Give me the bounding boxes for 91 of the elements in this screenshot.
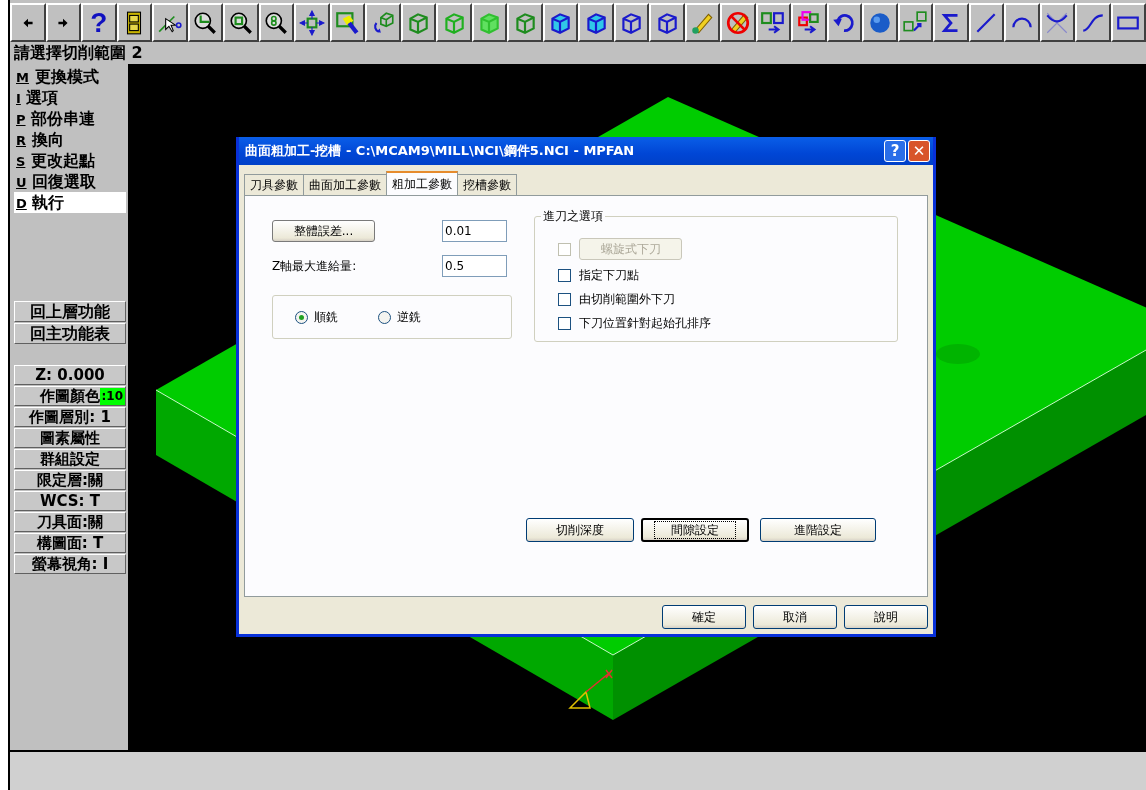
checkbox[interactable] bbox=[558, 316, 571, 330]
toolbar-button[interactable] bbox=[826, 3, 862, 42]
stacked-boxes-icon bbox=[795, 9, 822, 36]
toolbar-button[interactable] bbox=[507, 3, 543, 42]
menu-item[interactable]: D 執行 bbox=[14, 192, 126, 213]
color-swatch: :10 bbox=[99, 387, 125, 405]
radio-button[interactable] bbox=[295, 310, 308, 324]
toolbar-button[interactable] bbox=[471, 3, 507, 42]
menu-item[interactable]: P 部份串連 bbox=[14, 108, 126, 129]
dialog-title: 曲面粗加工-挖槽 - C:\MCAM9\MILL\NCI\鋼件5.NCI - MPFAN bbox=[245, 142, 636, 160]
settings-button[interactable]: 間隙設定 bbox=[641, 518, 749, 542]
dialog-button[interactable]: 取消 bbox=[753, 605, 837, 629]
menu-button[interactable]: 回上層功能 bbox=[14, 301, 126, 322]
prompt-text: 請選擇切削範圍 2 bbox=[8, 42, 1146, 64]
color-label: 作圖顏色 bbox=[39, 387, 100, 405]
status-button[interactable]: 構圖面: T bbox=[14, 533, 126, 553]
toolbar-button[interactable] bbox=[258, 3, 294, 42]
toolbar-button[interactable] bbox=[1110, 3, 1146, 42]
toolbar-button[interactable] bbox=[152, 3, 188, 42]
toolbar-button[interactable] bbox=[862, 3, 898, 42]
dialog-button[interactable]: 說明 bbox=[844, 605, 928, 629]
radio-button[interactable] bbox=[378, 310, 391, 324]
radio-option[interactable]: 逆銑 bbox=[378, 308, 421, 326]
status-button[interactable]: 刀具面:關 bbox=[14, 512, 126, 532]
tolerance-button[interactable]: 整體誤差... bbox=[272, 220, 375, 242]
status-button[interactable]: 作圖層別: 1 bbox=[14, 407, 126, 427]
toolbar-button[interactable] bbox=[897, 3, 933, 42]
status-button[interactable]: Z: 0.000 bbox=[14, 365, 126, 385]
menu-item[interactable]: R 換向 bbox=[14, 129, 126, 150]
toolbar-button[interactable] bbox=[436, 3, 472, 42]
toolbar-button[interactable] bbox=[720, 3, 756, 42]
settings-button[interactable]: 切削深度 bbox=[526, 518, 634, 542]
color-button[interactable]: 作圖顏色:10 bbox=[14, 386, 126, 406]
no-pencil-icon bbox=[724, 9, 751, 36]
left-arrow-icon bbox=[22, 17, 33, 28]
toolbar-button[interactable] bbox=[755, 3, 791, 42]
toolbar-button[interactable] bbox=[542, 3, 578, 42]
toolbar-button[interactable] bbox=[933, 3, 969, 42]
menu-item[interactable]: M 更換模式 bbox=[14, 66, 126, 87]
help-button[interactable]: ? bbox=[81, 3, 117, 42]
tolerance-field[interactable]: 0.01 bbox=[442, 220, 507, 242]
tab[interactable]: 粗加工參數 bbox=[386, 171, 458, 195]
field-label: Z軸最大進給量: bbox=[272, 257, 357, 275]
checkbox-label: 下刀位置針對起始孔排序 bbox=[579, 314, 711, 332]
checkbox[interactable] bbox=[558, 268, 571, 282]
settings-button[interactable]: 進階設定 bbox=[760, 518, 876, 542]
radio-option[interactable]: 順銑 bbox=[295, 308, 338, 326]
magnifier-icon bbox=[263, 9, 290, 36]
right-arrow-icon bbox=[58, 17, 69, 28]
toolbar-button[interactable] bbox=[1075, 3, 1111, 42]
toolbar-button[interactable] bbox=[329, 3, 365, 42]
help-button[interactable]: ? bbox=[884, 140, 906, 162]
toolbar-button[interactable] bbox=[613, 3, 649, 42]
checkbox-label: 由切削範圍外下刀 bbox=[579, 290, 675, 308]
toolbar-button[interactable] bbox=[400, 3, 436, 42]
menu-button[interactable]: 回主功能表 bbox=[14, 323, 126, 344]
menu-item[interactable]: U 回復選取 bbox=[14, 171, 126, 192]
zoom-icon bbox=[227, 9, 254, 36]
status-button[interactable]: 螢幕視角: I bbox=[14, 554, 126, 574]
toolbar-button[interactable] bbox=[968, 3, 1004, 42]
menu-item[interactable]: S 更改起點 bbox=[14, 150, 126, 171]
pan-icon bbox=[298, 9, 325, 36]
toolbar-button[interactable] bbox=[684, 3, 720, 42]
toolbar-button[interactable] bbox=[10, 3, 46, 42]
tab[interactable]: 刀具參數 bbox=[244, 174, 304, 195]
toolbar-button[interactable] bbox=[187, 3, 223, 42]
status-button[interactable]: WCS: T bbox=[14, 491, 126, 511]
toolbar-button[interactable] bbox=[365, 3, 401, 42]
checkbox-label: 指定下刀點 bbox=[579, 266, 639, 284]
checkbox[interactable] bbox=[558, 292, 571, 306]
toolbar-button[interactable] bbox=[1039, 3, 1075, 42]
paint-brush-icon bbox=[334, 9, 361, 36]
dialog-button[interactable]: 確定 bbox=[662, 605, 746, 629]
toolbar-button[interactable] bbox=[294, 3, 330, 42]
toolbar-button[interactable] bbox=[649, 3, 685, 42]
menu-item[interactable]: I 選項 bbox=[14, 87, 126, 108]
stepdown-field[interactable]: 0.5 bbox=[442, 255, 507, 277]
zoom-out-icon bbox=[192, 9, 219, 36]
status-button[interactable]: 圖素屬性 bbox=[14, 428, 126, 448]
status-button[interactable]: 群組設定 bbox=[14, 449, 126, 469]
close-button[interactable]: ✕ bbox=[908, 140, 930, 162]
toolbar-button[interactable] bbox=[1004, 3, 1040, 42]
toolbar-button[interactable] bbox=[791, 3, 827, 42]
group-title: 進刀之選項 bbox=[541, 208, 605, 225]
toolbar-button[interactable] bbox=[578, 3, 614, 42]
status-button[interactable]: 限定層:關 bbox=[14, 470, 126, 490]
tab[interactable]: 挖槽參數 bbox=[457, 174, 517, 195]
toolbar-button[interactable] bbox=[116, 3, 152, 42]
boxes-arrow-icon bbox=[760, 9, 787, 36]
toolbar-button[interactable] bbox=[223, 3, 259, 42]
toolbar-button[interactable] bbox=[45, 3, 81, 42]
